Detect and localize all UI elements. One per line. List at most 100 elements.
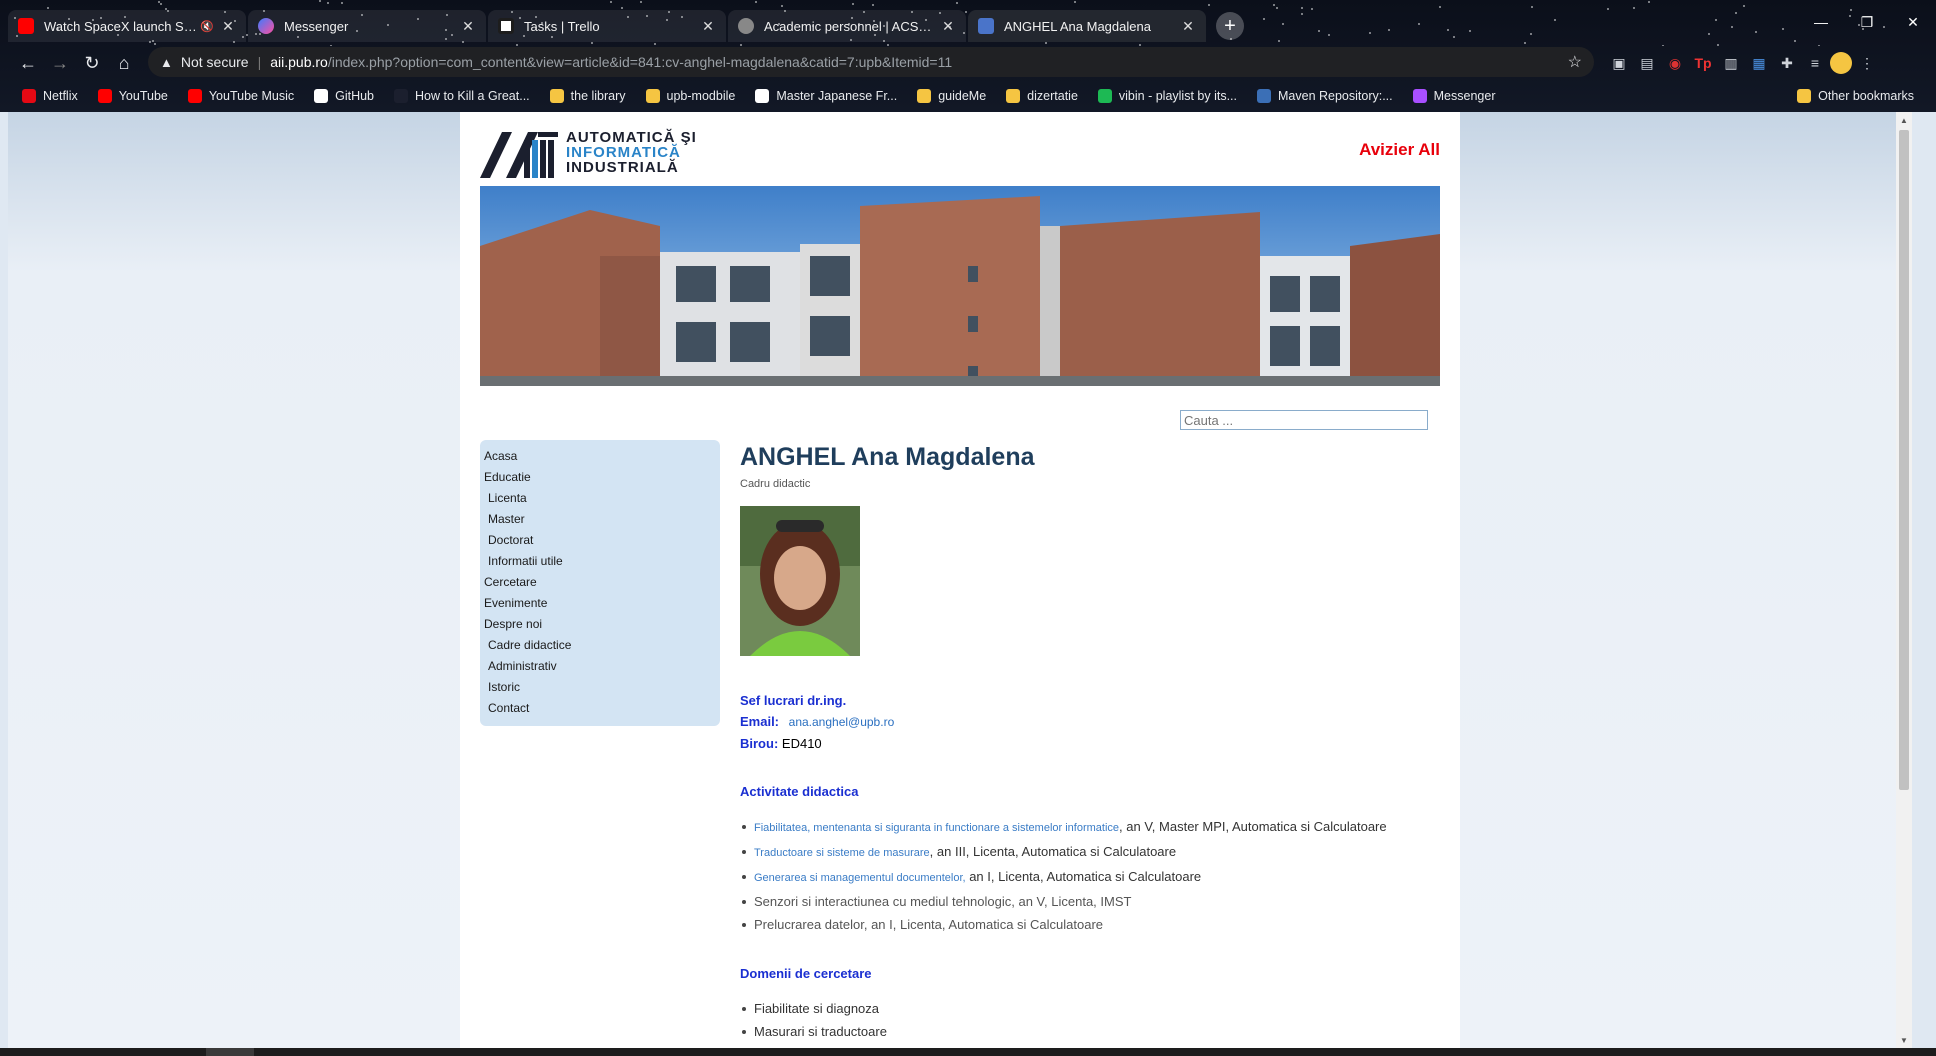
tab-anghel[interactable]: ANGHEL Ana Magdalena ✕ xyxy=(968,10,1206,42)
bookmark-item[interactable]: Netflix xyxy=(22,89,78,103)
sidebar-item[interactable]: Istoric xyxy=(484,677,720,698)
logo-line: INDUSTRIALĂ xyxy=(566,158,679,176)
forward-icon[interactable]: → xyxy=(44,47,76,79)
building-banner-image xyxy=(480,186,1440,386)
tab-academic-personnel[interactable]: Academic personnel | ACSE Dep ✕ xyxy=(728,10,966,42)
extension-icon[interactable]: ▥ xyxy=(1718,50,1744,76)
scroll-up-icon[interactable]: ▲ xyxy=(1896,112,1912,128)
extension-icon[interactable]: ▤ xyxy=(1634,50,1660,76)
bookmark-item[interactable]: vibin - playlist by its... xyxy=(1097,89,1237,103)
site-logo[interactable]: AUTOMATICĂ ŞI INFORMATICĂ INDUSTRIALĂ xyxy=(480,126,700,178)
profile-avatar-icon[interactable] xyxy=(1830,52,1852,74)
list-item: Senzori si interactiunea cu mediul tehno… xyxy=(740,890,1440,913)
course-link[interactable]: Generarea si managementul documentelor, xyxy=(754,872,966,884)
folder-icon xyxy=(1797,89,1812,103)
bookmark-item[interactable]: YouTube xyxy=(97,89,168,103)
extensions-puzzle-icon[interactable]: ✚ xyxy=(1774,50,1800,76)
bookmark-icon xyxy=(755,89,770,103)
close-tab-icon[interactable]: ✕ xyxy=(940,18,956,35)
sidebar-item[interactable]: Administrativ xyxy=(484,656,720,677)
sidebar-item[interactable]: Licenta xyxy=(484,488,720,509)
list-item: Generarea si managementul documentelor, … xyxy=(740,865,1440,890)
sidebar-item[interactable]: Despre noi xyxy=(484,614,720,635)
sidebar-item[interactable]: Cercetare xyxy=(484,572,720,593)
scroll-down-icon[interactable]: ▼ xyxy=(1896,1032,1912,1048)
back-icon[interactable]: ← xyxy=(12,47,44,79)
sidebar-item[interactable]: Educatie xyxy=(484,467,720,488)
restore-icon[interactable]: ❐ xyxy=(1844,8,1890,36)
other-bookmarks-folder[interactable]: Other bookmarks xyxy=(1797,89,1914,103)
address-bar[interactable]: ▲ Not secure | aii.pub.ro /index.php?opt… xyxy=(148,47,1594,77)
close-window-icon[interactable]: ✕ xyxy=(1890,8,1936,36)
bookmark-icon xyxy=(314,89,329,103)
bookmark-item[interactable]: YouTube Music xyxy=(187,89,295,103)
bookmark-icon xyxy=(917,89,932,103)
extension-icon[interactable]: ▣ xyxy=(1606,50,1632,76)
course-link[interactable]: Traductoare si sisteme de masurare xyxy=(754,847,930,859)
course-link[interactable]: Fiabilitatea, mentenanta si siguranta in… xyxy=(754,822,1119,834)
minimize-icon[interactable]: — xyxy=(1798,8,1844,36)
menu-kebab-icon[interactable]: ⋮ xyxy=(1854,50,1880,76)
extensions-bar: ▣ ▤ ◉ Tp ▥ ▦ ✚ ≡ ⋮ xyxy=(1606,50,1882,76)
sidebar-menu: Acasa Educatie Licenta Master Doctorat Inform… xyxy=(480,440,720,726)
email-link[interactable]: ana.anghel@upb.ro xyxy=(789,715,895,729)
new-tab-button[interactable]: + xyxy=(1216,12,1244,40)
article-category: Cadru didactic xyxy=(740,478,811,490)
avizier-link[interactable]: Avizier All xyxy=(1359,140,1440,160)
bookmark-star-icon[interactable]: ☆ xyxy=(1568,52,1582,72)
bookmark-item[interactable]: guideMe xyxy=(917,89,986,103)
close-tab-icon[interactable]: ✕ xyxy=(1180,18,1196,35)
bookmark-item[interactable]: the library xyxy=(549,89,626,103)
sidebar-item[interactable]: Acasa xyxy=(484,446,720,467)
sidebar-item[interactable]: Informatii utile xyxy=(484,551,720,572)
bookmark-icon xyxy=(1257,89,1271,103)
url-path: /index.php?option=com_content&view=artic… xyxy=(327,54,953,70)
scrollbar-thumb[interactable] xyxy=(1899,130,1909,790)
extension-icon[interactable]: ▦ xyxy=(1746,50,1772,76)
sidebar-item[interactable]: Evenimente xyxy=(484,593,720,614)
close-tab-icon[interactable]: ✕ xyxy=(700,18,716,35)
browser-toolbar: ← → ↻ ⌂ ▲ Not secure | aii.pub.ro /index… xyxy=(0,44,1936,82)
research-heading: Domenii de cercetare xyxy=(740,966,872,981)
tab-messenger[interactable]: Messenger ✕ xyxy=(248,10,486,42)
sidebar-item[interactable]: Cadre didactice xyxy=(484,635,720,656)
extension-icon[interactable]: Tp xyxy=(1690,50,1716,76)
warning-icon[interactable]: ▲ xyxy=(160,55,173,70)
bookmark-item[interactable]: How to Kill a Great... xyxy=(394,89,530,103)
bookmark-item[interactable]: upb-modbile xyxy=(645,89,735,103)
course-details: an I, Licenta, Automatica si Calculatoar… xyxy=(965,869,1202,884)
bookmark-item[interactable]: dizertatie xyxy=(1006,89,1078,103)
sidebar-item[interactable]: Contact xyxy=(484,698,720,719)
close-tab-icon[interactable]: ✕ xyxy=(460,18,476,35)
tab-trello[interactable]: Tasks | Trello ✕ xyxy=(488,10,726,42)
audio-muted-icon[interactable]: 🔇 xyxy=(200,20,214,33)
security-label[interactable]: Not secure xyxy=(181,54,249,70)
sidebar-item[interactable]: Master xyxy=(484,509,720,530)
sidebar-item[interactable]: Doctorat xyxy=(484,530,720,551)
url-host: aii.pub.ro xyxy=(270,54,328,70)
ublock-icon[interactable]: ◉ xyxy=(1662,50,1688,76)
media-control-icon[interactable]: ≡ xyxy=(1802,50,1828,76)
logo-line: INFORMATICĂ xyxy=(566,143,681,161)
separator: | xyxy=(257,54,262,70)
page-viewport: AUTOMATICĂ ŞI INFORMATICĂ INDUSTRIALĂ Av… xyxy=(8,112,1912,1048)
reload-icon[interactable]: ↻ xyxy=(76,47,108,79)
bookmark-item[interactable]: Messenger xyxy=(1412,89,1495,103)
bookmark-item[interactable]: Maven Repository:... xyxy=(1257,89,1393,103)
course-details: , an V, Master MPI, Automatica si Calcul… xyxy=(1119,819,1387,834)
tab-title: ANGHEL Ana Magdalena xyxy=(1004,18,1151,34)
page-scrollbar[interactable]: ▲ ▼ xyxy=(1896,112,1912,1048)
bookmark-item[interactable]: Master Japanese Fr... xyxy=(755,89,897,103)
bookmark-icon xyxy=(1006,89,1021,103)
bookmark-label: How to Kill a Great... xyxy=(415,89,530,103)
office-label: Birou: xyxy=(740,736,779,751)
home-icon[interactable]: ⌂ xyxy=(108,47,140,79)
site-icon xyxy=(978,18,994,34)
tab-title: Academic personnel | ACSE Dep xyxy=(764,18,940,34)
close-tab-icon[interactable]: ✕ xyxy=(220,18,236,35)
bookmark-label: YouTube Music xyxy=(208,89,295,103)
tab-spacex[interactable]: Watch SpaceX launch Starsh 🔇 ✕ xyxy=(8,10,246,42)
bookmark-item[interactable]: GitHub xyxy=(314,89,374,103)
search-input[interactable] xyxy=(1180,410,1428,430)
list-item: Fiabilitatea, mentenanta si siguranta in… xyxy=(740,815,1440,840)
